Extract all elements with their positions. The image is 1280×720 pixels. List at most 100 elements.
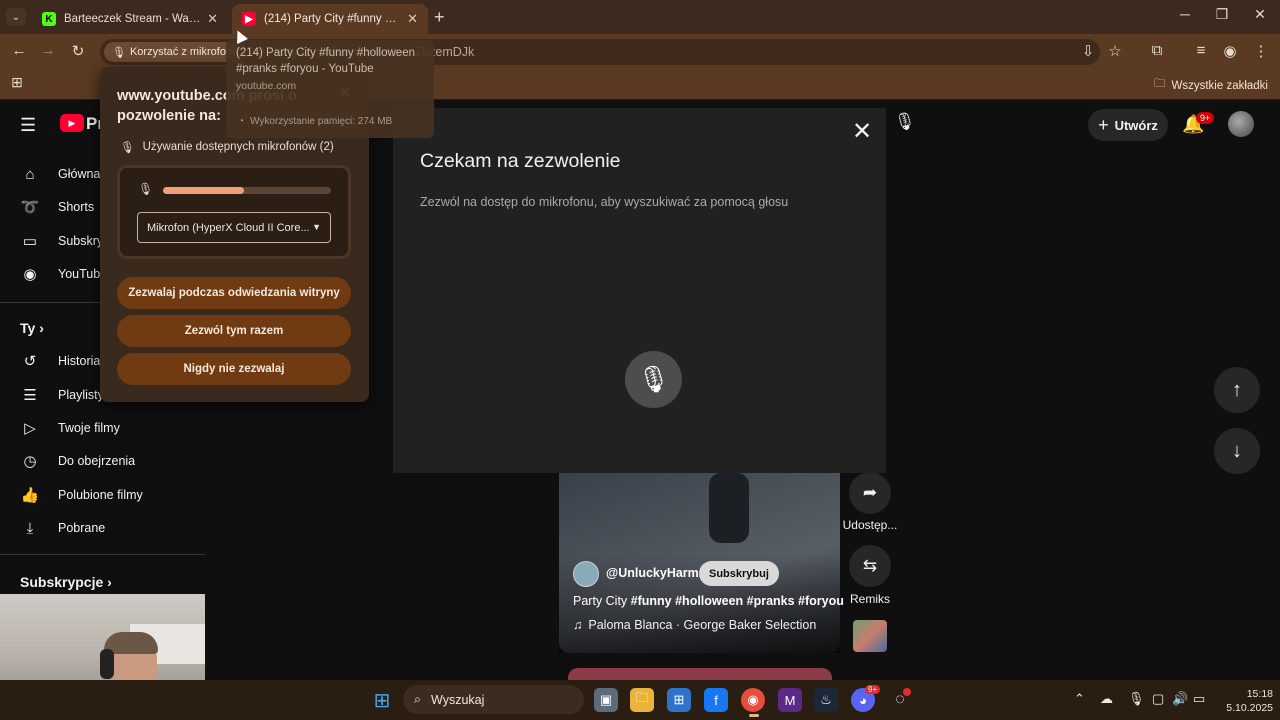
sidebar-item-label: Playlisty (58, 388, 104, 402)
hover-domain: youtube.com (236, 80, 297, 92)
forward-icon[interactable]: → (37, 42, 59, 59)
sidebar-item-label: Polubione filmy (58, 488, 143, 502)
short-title[interactable]: Party City #funny #holloween #pranks #fo… (573, 594, 844, 608)
steam-icon[interactable]: ♨ (814, 688, 838, 712)
download-icon: ⤓ (26, 519, 34, 537)
never-allow-button[interactable]: Nigdy nie zezwalaj (117, 353, 351, 385)
allow-on-visit-button[interactable]: Zezwalaj podczas odwiedzania witryny (117, 277, 351, 309)
previous-short-button[interactable]: ↑ (1214, 367, 1260, 413)
sidebar-item-youtube-music[interactable]: ◉ YouTube (20, 261, 107, 287)
channel-avatar[interactable] (573, 561, 599, 587)
close-window-button[interactable]: ✕ (1241, 6, 1279, 23)
maximize-button[interactable]: ❐ (1203, 6, 1241, 23)
battery-icon[interactable]: ▭ (1193, 691, 1205, 707)
sidebar-item-subscriptions[interactable]: ▭ Subskry (20, 228, 103, 254)
sidebar-item-history[interactable]: ↺ Historia (20, 348, 101, 374)
task-view-icon[interactable]: ▣ (594, 688, 618, 712)
mic-permission-chip[interactable]: 🎙 Korzystać z mikrofonu (104, 42, 247, 62)
remix-icon: ⇆ (862, 556, 878, 575)
tray-chevron-up-icon[interactable]: ⌃ (1074, 691, 1085, 707)
microphone-icon: 🎙 (120, 142, 135, 154)
sidebar-item-your-videos[interactable]: ▷ Twoje filmy (20, 415, 120, 441)
mic-device-value: Mikrofon (HyperX Cloud II Core... (147, 221, 310, 234)
subscriptions-section-title[interactable]: Subskrypcje › (20, 574, 112, 590)
reload-icon[interactable]: ↻ (67, 42, 89, 60)
music-note-icon: ♫ (573, 618, 583, 632)
youtube-logo-icon[interactable]: ▶ (60, 114, 84, 132)
apps-icon[interactable]: ⊞ (6, 74, 28, 91)
sidebar-item-watch-later[interactable]: ◷ Do obejrzenia (20, 448, 135, 474)
minimize-button[interactable]: ─ (1166, 6, 1204, 22)
all-bookmarks-button[interactable]: 🗀 Wszystkie zakładki (1154, 76, 1268, 95)
remix-button[interactable]: ⇆ (849, 545, 891, 587)
sidebar-item-downloads[interactable]: ⤓ Pobrane (20, 515, 106, 541)
voice-mic-button[interactable]: 🎙 (625, 351, 682, 408)
arrow-up-icon: ↑ (1232, 378, 1242, 401)
chevron-right-icon: › (107, 574, 112, 590)
music-label: Paloma Blanca · George Baker Selection (588, 618, 817, 632)
account-avatar[interactable] (1228, 111, 1254, 137)
tab-search-button[interactable]: ⌄ (6, 8, 26, 26)
voice-search-icon[interactable]: 🎙 (894, 112, 916, 132)
microphone-icon: 🎙 (138, 182, 154, 196)
chrome-icon[interactable]: ◉ (741, 688, 765, 712)
tab-title: Barteeczek Stream - Watch Live (64, 13, 202, 25)
tab-title: (214) Party City #funny #hollow (264, 13, 401, 25)
back-icon[interactable]: ← (8, 42, 30, 59)
hamburger-icon[interactable]: ☰ (20, 115, 36, 136)
bookmark-star-icon[interactable]: ☆ (1104, 42, 1126, 60)
channel-name[interactable]: @UnluckyHarmz (606, 566, 705, 580)
close-icon[interactable]: ✕ (852, 117, 872, 146)
you-section-title[interactable]: Ty › (20, 320, 44, 336)
short-hashtags: #funny #holloween #pranks #foryou (630, 594, 844, 608)
app-m-icon[interactable]: M (778, 688, 802, 712)
youtube-music-icon: ◉ (23, 266, 37, 283)
new-tab-button[interactable]: + (434, 7, 445, 28)
onedrive-icon[interactable]: ☁ (1100, 691, 1113, 707)
share-button[interactable]: ➦ (849, 472, 891, 514)
allow-this-time-button[interactable]: Zezwól tym razem (117, 315, 351, 347)
sidebar-item-playlists[interactable]: ☰ Playlisty (20, 382, 104, 408)
install-app-icon[interactable]: ⇩ (1077, 42, 1099, 60)
microphone-tray-icon[interactable]: 🎙 (1128, 691, 1145, 707)
watch-later-icon: ◷ (23, 453, 37, 470)
history-icon: ↺ (23, 353, 37, 370)
media-controls-icon[interactable]: ≡ (1190, 42, 1212, 59)
create-label: Utwórz (1114, 117, 1158, 133)
microphone-icon: 🎙 (636, 364, 670, 394)
windows-start-icon[interactable]: ⊞ (370, 688, 394, 712)
kick-icon: K (42, 12, 56, 26)
tab-youtube[interactable]: ▶ (214) Party City #funny #hollow ✕ (232, 4, 428, 34)
sidebar-item-home[interactable]: ⌂ Główna (20, 161, 100, 187)
subscribe-button[interactable]: Subskrybuj (699, 561, 779, 586)
divider (0, 554, 205, 555)
sidebar-item-shorts[interactable]: ➰ Shorts (20, 194, 94, 220)
taskbar-search[interactable]: ⌕ Wyszukaj (403, 685, 584, 714)
profile-icon[interactable]: ◉ (1219, 42, 1241, 60)
plus-icon: + (1098, 114, 1109, 135)
store-icon[interactable]: ⊞ (667, 688, 691, 712)
mic-chip-label: Korzystać z mikrofonu (129, 46, 239, 58)
close-tab-icon[interactable]: ✕ (207, 11, 218, 27)
sound-thumbnail[interactable] (853, 620, 887, 652)
create-button[interactable]: + Utwórz (1088, 109, 1168, 141)
menu-icon[interactable]: ⋮ (1250, 42, 1272, 60)
share-icon: ➦ (862, 483, 878, 502)
extensions-icon[interactable]: ⧉ (1146, 42, 1168, 59)
short-music[interactable]: ♫ Paloma Blanca · George Baker Selection (573, 618, 816, 632)
sidebar-item-liked[interactable]: 👍 Polubione filmy (20, 482, 143, 508)
facebook-icon[interactable]: f (704, 688, 728, 712)
network-icon[interactable]: ▢ (1152, 691, 1164, 707)
mic-device-select[interactable]: Mikrofon (HyperX Cloud II Core... ▼ (137, 212, 331, 243)
sidebar-item-label: Twoje filmy (58, 421, 120, 435)
file-explorer-icon[interactable]: 🗀 (630, 688, 654, 712)
hover-memory: ◔ Wykorzystanie pamięci: 274 MB (238, 116, 393, 127)
your-videos-icon: ▷ (24, 420, 36, 437)
voice-dialog-title: Czekam na zezwolenie (420, 150, 621, 172)
close-tab-icon[interactable]: ✕ (407, 11, 418, 27)
taskbar-clock[interactable]: 15:18 5.10.2025 (1215, 687, 1273, 715)
folder-icon: 🗀 (1154, 78, 1166, 90)
tab-kick-stream[interactable]: K Barteeczek Stream - Watch Live ✕ (32, 4, 228, 34)
volume-icon[interactable]: 🔊 (1172, 691, 1188, 707)
next-short-button[interactable]: ↓ (1214, 428, 1260, 474)
